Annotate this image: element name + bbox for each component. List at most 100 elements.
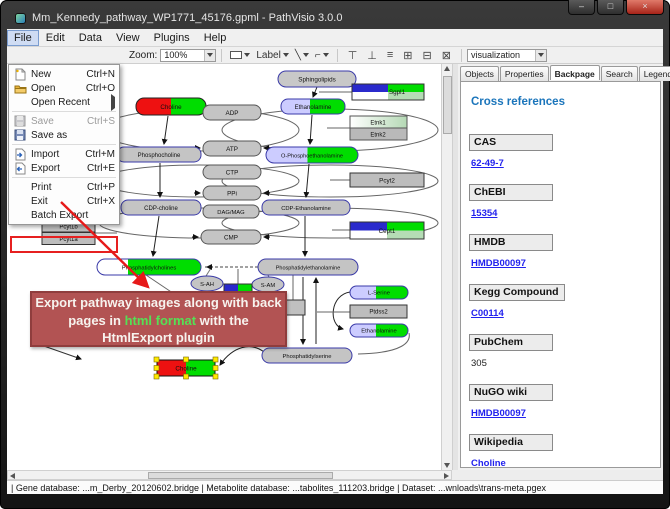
node-sah[interactable]: S-AH — [191, 276, 223, 291]
scroll-down-icon[interactable] — [444, 463, 450, 468]
node-ctp[interactable]: CTP — [203, 165, 261, 179]
line-tool-button[interactable]: ╲ — [292, 48, 312, 63]
backpage-section-hmdb: HMDB HMDB00097 — [469, 232, 660, 269]
node-ethanolamine-bottom[interactable]: Ethanolamine — [350, 324, 408, 337]
node-choline-selected[interactable]: Choline — [154, 357, 218, 379]
section-title: Kegg Compound — [469, 284, 565, 301]
menu-plugins[interactable]: Plugins — [147, 30, 197, 46]
file-menu-open-recent[interactable]: Open Recent — [9, 95, 119, 109]
file-menu-exit[interactable]: Exit Ctrl+X — [9, 194, 119, 208]
node-dag-mag[interactable]: DAG/MAG — [203, 205, 259, 218]
horizontal-scroll-thumb[interactable] — [148, 472, 333, 479]
stack-columns-icon[interactable]: ⊟ — [418, 49, 437, 62]
file-menu-import[interactable]: Import Ctrl+M — [9, 147, 119, 161]
common-size-icon[interactable]: ⊞ — [398, 49, 417, 62]
file-menu-print[interactable]: Print Ctrl+P — [9, 180, 119, 194]
node-sphingolipids[interactable]: Sphingolipids — [278, 71, 356, 87]
export-icon — [11, 162, 29, 175]
align-bottom-icon[interactable]: ⊥ — [362, 49, 382, 62]
menu-edit[interactable]: Edit — [39, 30, 72, 46]
pathvisio-window: Mm_Kennedy_pathway_WP1771_45176.gpml - P… — [0, 0, 670, 509]
horizontal-scrollbar[interactable] — [7, 470, 452, 480]
group-icon[interactable]: ⊠ — [437, 49, 456, 62]
svg-text:S-AM: S-AM — [261, 283, 276, 289]
tab-backpage[interactable]: Backpage — [550, 65, 600, 80]
file-menu-save[interactable]: Save Ctrl+S — [9, 114, 119, 128]
scroll-left-icon[interactable] — [10, 473, 15, 479]
svg-text:Phosphatidylcholines: Phosphatidylcholines — [122, 266, 177, 272]
close-button[interactable]: × — [626, 0, 664, 15]
node-etnk2[interactable]: Etnk2 — [350, 128, 407, 140]
window-controls: – □ × — [566, 0, 664, 15]
svg-text:Cept1: Cept1 — [379, 228, 396, 235]
node-pcyt1a[interactable]: Pcyt1a — [42, 233, 95, 245]
callout-line-2: pages in html format with the — [32, 312, 285, 330]
node-cmp[interactable]: CMP — [201, 230, 261, 244]
kegg-link[interactable]: C00114 — [471, 308, 660, 319]
align-top-icon[interactable]: ⊤ — [343, 49, 363, 62]
visualization-combobox[interactable]: visualization — [467, 49, 547, 62]
file-menu-open[interactable]: Open Ctrl+O — [9, 81, 119, 95]
wikipedia-link[interactable]: Choline — [471, 458, 660, 468]
tab-search[interactable]: Search — [601, 66, 638, 81]
menu-data[interactable]: Data — [72, 30, 109, 46]
node-ppi[interactable]: PPi — [203, 186, 261, 200]
file-menu-batch-export[interactable]: Batch Export — [9, 208, 119, 222]
chevron-down-icon[interactable] — [535, 50, 546, 61]
node-sgpl1[interactable]: Sgpl1 — [352, 84, 424, 100]
node-pcyt2[interactable]: Pcyt2 — [350, 173, 424, 187]
node-l-serine[interactable]: L-Serine — [350, 286, 408, 299]
node-choline-top[interactable]: Choline — [136, 98, 206, 115]
node-ethanolamine-top[interactable]: Ethanolamine — [281, 99, 345, 114]
node-cept1[interactable]: Cept1 — [350, 222, 424, 239]
tab-properties[interactable]: Properties — [500, 66, 549, 81]
node-phosphocholine[interactable]: Phosphocholine — [117, 147, 201, 162]
tab-legend[interactable]: Legend — [639, 66, 670, 81]
menu-help[interactable]: Help — [197, 30, 234, 46]
app-icon — [15, 13, 26, 24]
chevron-down-icon[interactable] — [204, 50, 215, 61]
svg-text:Etnk1: Etnk1 — [370, 121, 386, 127]
status-bar: | Gene database: ...m_Derby_20120602.bri… — [7, 480, 663, 494]
line-icon: ╲ — [295, 50, 301, 61]
vertical-scrollbar[interactable] — [441, 64, 452, 470]
hmdb-link[interactable]: HMDB00097 — [471, 258, 660, 269]
svg-text:Sgpl1: Sgpl1 — [389, 89, 406, 96]
nugo-link[interactable]: HMDB00097 — [471, 408, 660, 419]
tab-objects[interactable]: Objects — [460, 66, 499, 81]
title-bar[interactable]: Mm_Kennedy_pathway_WP1771_45176.gpml - P… — [7, 7, 663, 29]
maximize-button[interactable]: □ — [597, 0, 624, 15]
zoom-combobox[interactable]: 100% — [160, 49, 216, 62]
node-o-phosphoethanolamine[interactable]: O-Phosphoethanolamine — [266, 147, 358, 163]
file-menu-new[interactable]: New Ctrl+N — [9, 67, 119, 81]
gene-tool-button[interactable] — [227, 48, 253, 63]
node-adp[interactable]: ADP — [203, 105, 261, 120]
stack-rows-icon[interactable]: ≡ — [382, 49, 398, 61]
scroll-up-icon[interactable] — [444, 66, 450, 71]
node-phosphatidylserine[interactable]: Phosphatidylserine — [262, 348, 352, 363]
file-menu-dropdown: New Ctrl+N Open Ctrl+O Open Recent Save … — [8, 64, 120, 225]
menu-view[interactable]: View — [109, 30, 147, 46]
vertical-scroll-thumb[interactable] — [443, 76, 452, 134]
minimize-button[interactable]: – — [568, 0, 595, 15]
node-phosphatidylcholines[interactable]: Phosphatidylcholines — [97, 259, 201, 275]
node-etnk1[interactable]: Etnk1 — [350, 116, 407, 128]
file-menu-save-as[interactable]: Save as — [9, 128, 119, 142]
node-phosphatidylethanolamine[interactable]: Phosphatidylethanolamine — [258, 259, 358, 275]
scroll-right-icon[interactable] — [444, 473, 449, 479]
node-atp[interactable]: ATP — [203, 141, 261, 156]
chebi-link[interactable]: 15354 — [471, 208, 660, 219]
label-tool-button[interactable]: Label — [253, 48, 291, 63]
cas-link[interactable]: 62-49-7 — [471, 158, 660, 169]
file-menu-export[interactable]: Export Ctrl+E — [9, 161, 119, 175]
node-cdp-ethanolamine[interactable]: CDP-Ethanolamine — [262, 200, 350, 215]
annotation-callout: Export pathway images along with back pa… — [30, 291, 287, 347]
node-ptdss2[interactable]: Ptdss2 — [350, 305, 407, 318]
menu-file[interactable]: File — [7, 30, 39, 46]
callout-line-3: HtmlExport plugin — [32, 329, 285, 347]
node-sam[interactable]: S-AM — [252, 277, 284, 292]
svg-text:Pcyt2: Pcyt2 — [379, 178, 395, 185]
connector-tool-button[interactable]: ⌐ — [312, 48, 332, 63]
menu-bar: File Edit Data View Plugins Help — [7, 29, 663, 47]
node-cdp-choline[interactable]: CDP-choline — [121, 200, 201, 215]
